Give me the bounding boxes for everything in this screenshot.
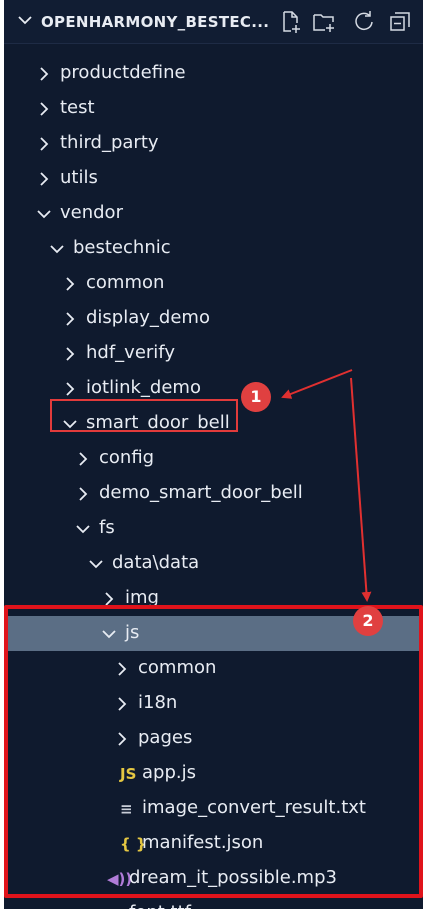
tree-item-label: third_party bbox=[60, 132, 159, 153]
tree-item-hdf-verify[interactable]: hdf_verify bbox=[4, 336, 423, 371]
chevron-right-icon[interactable] bbox=[60, 344, 80, 364]
tree-item-label: bestechnic bbox=[73, 237, 171, 258]
explorer-header[interactable]: OPENHARMONY_BESTEC... bbox=[4, 0, 423, 44]
tree-item-label: productdefine bbox=[60, 62, 186, 83]
tree-item-vendor[interactable]: vendor bbox=[4, 196, 423, 231]
tree-item-common[interactable]: common bbox=[4, 266, 423, 301]
tree-item-label: utils bbox=[60, 167, 98, 188]
tree-item-label: vendor bbox=[60, 202, 123, 223]
collapse-all-icon[interactable] bbox=[388, 10, 412, 34]
tree-item-config[interactable]: config bbox=[4, 441, 423, 476]
annotation-box-js-folder bbox=[4, 605, 423, 898]
tree-item-label: test bbox=[60, 97, 95, 118]
workspace-title: OPENHARMONY_BESTEC... bbox=[41, 13, 270, 31]
tree-item-label: common bbox=[86, 272, 165, 293]
tree-item-label: font.ttf bbox=[129, 902, 191, 909]
chevron-right-icon[interactable] bbox=[60, 309, 80, 329]
chevron-right-icon[interactable] bbox=[73, 449, 93, 469]
tree-item-label: iotlink_demo bbox=[86, 377, 201, 398]
tree-item-data-data[interactable]: data\data bbox=[4, 546, 423, 581]
section-collapse-chevron-icon[interactable] bbox=[16, 11, 34, 29]
annotation-badge-1: 1 bbox=[241, 382, 271, 412]
annotation-badge-2: 2 bbox=[353, 606, 383, 636]
refresh-icon[interactable] bbox=[352, 10, 376, 34]
tree-item-utils[interactable]: utils bbox=[4, 161, 423, 196]
new-folder-icon[interactable] bbox=[312, 10, 336, 34]
tree-item-display-demo[interactable]: display_demo bbox=[4, 301, 423, 336]
tree-item-label: fs bbox=[99, 517, 115, 538]
tree-item-label: hdf_verify bbox=[86, 342, 175, 363]
chevron-down-icon[interactable] bbox=[86, 554, 106, 574]
tree-item-demo-smart-door-bell[interactable]: demo_smart_door_bell bbox=[4, 476, 423, 511]
chevron-right-icon[interactable] bbox=[34, 169, 54, 189]
chevron-right-icon[interactable] bbox=[60, 274, 80, 294]
tree-top-clip bbox=[4, 44, 423, 47]
tree-item-fs[interactable]: fs bbox=[4, 511, 423, 546]
tree-item-label: config bbox=[99, 447, 155, 468]
annotation-box-smart-door-bell bbox=[50, 399, 238, 432]
chevron-down-icon[interactable] bbox=[34, 204, 54, 224]
tree-item-label: data\data bbox=[112, 552, 200, 573]
chevron-down-icon[interactable] bbox=[73, 519, 93, 539]
tree-item-label: demo_smart_door_bell bbox=[99, 482, 303, 503]
tree-item-label: display_demo bbox=[86, 307, 210, 328]
new-file-icon[interactable] bbox=[279, 10, 303, 34]
chevron-down-icon[interactable] bbox=[47, 239, 67, 259]
chevron-right-icon[interactable] bbox=[34, 64, 54, 84]
tree-item-test[interactable]: test bbox=[4, 91, 423, 126]
tree-item-bestechnic[interactable]: bestechnic bbox=[4, 231, 423, 266]
chevron-right-icon[interactable] bbox=[73, 484, 93, 504]
chevron-right-icon[interactable] bbox=[60, 379, 80, 399]
chevron-right-icon[interactable] bbox=[34, 99, 54, 119]
tree-item-third-party[interactable]: third_party bbox=[4, 126, 423, 161]
tree-item-productdefine[interactable]: productdefine bbox=[4, 56, 423, 91]
chevron-right-icon[interactable] bbox=[34, 134, 54, 154]
